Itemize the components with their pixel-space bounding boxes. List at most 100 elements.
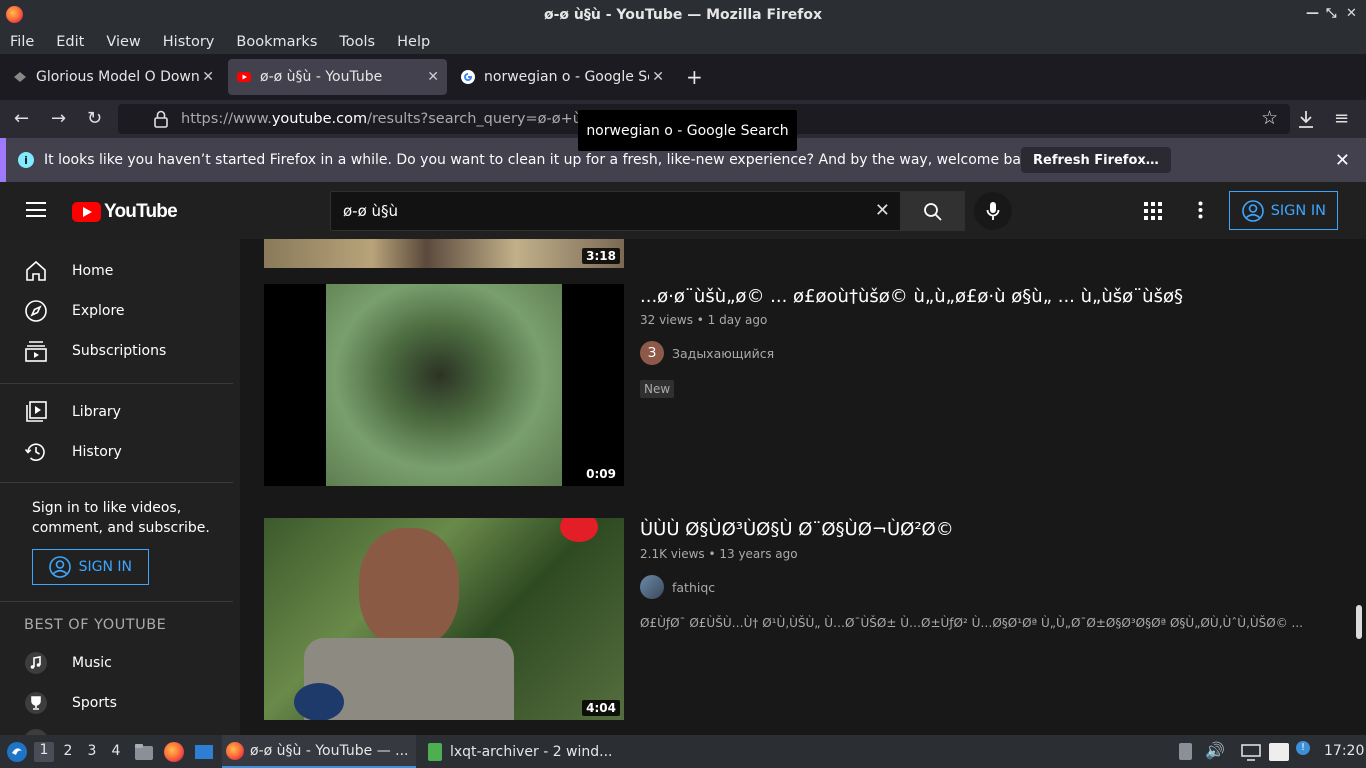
tab-glorious[interactable]: Glorious Model O Downlo ✕ <box>4 59 222 95</box>
app-menu-icon[interactable]: ≡ <box>1334 108 1349 129</box>
sidebar-item-sports[interactable]: Sports <box>0 683 233 723</box>
voice-search-button[interactable] <box>974 192 1012 230</box>
archiver-icon <box>428 742 442 761</box>
channel-link[interactable]: З Задыхающийся <box>640 341 774 365</box>
workspace-1[interactable]: 1 <box>34 742 54 762</box>
sidebar-item-library[interactable]: Library <box>0 392 233 432</box>
divider <box>0 601 233 602</box>
search-button[interactable] <box>901 191 965 231</box>
youtube-play-icon <box>72 202 101 222</box>
channel-link[interactable]: fathiqc <box>640 575 715 599</box>
tab-close-icon[interactable]: ✕ <box>427 69 439 85</box>
menu-edit[interactable]: Edit <box>56 34 84 50</box>
url-text: https://www.youtube.com/results?search_q… <box>181 111 599 127</box>
minimize-icon[interactable]: — <box>1306 6 1319 21</box>
menu-view[interactable]: View <box>106 34 140 50</box>
desktop-icon[interactable] <box>194 742 214 762</box>
search-results: 3:18 0:09 ...ø·ø¨ùšù„ø© ... ø£øoù†ùšø© ù… <box>240 239 1366 735</box>
video-thumbnail[interactable]: 4:04 <box>264 518 624 720</box>
divider <box>0 383 233 384</box>
history-icon <box>24 443 45 461</box>
workspace-2[interactable]: 2 <box>58 743 78 759</box>
youtube-favicon-icon <box>237 72 251 82</box>
sidebar-item-home[interactable]: Home <box>0 251 233 291</box>
hamburger-menu-icon[interactable] <box>26 202 46 217</box>
tab-close-icon[interactable]: ✕ <box>202 69 214 85</box>
more-options-icon[interactable] <box>1198 201 1203 219</box>
video-title[interactable]: ...ø·ø¨ùšù„ø© ... ø£øoù†ùšø© ù„ù„ø£ø·ù ø… <box>640 286 1183 307</box>
video-meta: 32 views • 1 day ago <box>640 313 768 327</box>
library-icon <box>26 401 47 422</box>
window-title: ø-ø ù§ù - YouTube — Mozilla Firefox <box>543 6 822 23</box>
notification-text: It looks like you haven’t started Firefo… <box>44 152 1043 168</box>
sidebar-item-explore[interactable]: Explore <box>0 291 233 331</box>
account-icon <box>1242 200 1264 222</box>
start-menu-icon[interactable] <box>6 741 28 763</box>
battery-icon[interactable] <box>1179 743 1192 760</box>
menu-history[interactable]: History <box>163 34 215 50</box>
video-thumbnail[interactable]: 3:18 <box>264 239 624 268</box>
compass-icon <box>25 300 47 322</box>
close-window-icon[interactable]: ✕ <box>1346 6 1357 21</box>
apps-grid-icon[interactable] <box>1144 202 1162 220</box>
close-icon[interactable]: ✕ <box>1335 150 1350 171</box>
bookmark-star-icon[interactable]: ☆ <box>1261 107 1278 129</box>
tab-tooltip: norwegian o - Google Search <box>578 110 797 151</box>
refresh-firefox-button[interactable]: Refresh Firefox… <box>1021 147 1171 173</box>
youtube-logo[interactable]: YouTube <box>72 201 178 223</box>
taskbar: 1 2 3 4 ø-ø ù§ù - YouTube — ... lxqt-arc… <box>0 735 1366 768</box>
thumbnail-image <box>326 284 562 486</box>
scrollbar[interactable] <box>1356 605 1362 639</box>
sidebar-item-history[interactable]: History <box>0 432 233 472</box>
sidebar-sign-in-button[interactable]: SIGN IN <box>32 549 149 585</box>
taskbar-window-archiver[interactable]: lxqt-archiver - 2 wind... <box>424 735 618 768</box>
best-of-youtube-heading: BEST OF YOUTUBE <box>24 617 167 633</box>
taskbar-window-firefox[interactable]: ø-ø ù§ù - YouTube — ... <box>222 735 416 768</box>
new-tab-icon[interactable]: + <box>686 65 703 89</box>
back-icon[interactable]: ← <box>14 108 29 129</box>
video-description: Ø£ÙƒØ¯ Ø£ÙŠÙ…Ù† Ø¹Ù‚ÙŠÙ„ Ù…Ø¯ÙŠØ± Ù…Ø±Ùƒ… <box>640 616 1303 630</box>
menu-bar: File Edit View History Bookmarks Tools H… <box>0 29 1366 54</box>
menu-file[interactable]: File <box>10 34 34 50</box>
info-icon: i <box>18 152 34 168</box>
clipboard-icon[interactable] <box>1269 743 1289 761</box>
duration-badge: 0:09 <box>582 466 620 482</box>
microphone-icon <box>986 202 1000 220</box>
sidebar-item-music[interactable]: Music <box>0 643 233 683</box>
reload-icon[interactable]: ↻ <box>87 108 102 129</box>
menu-bookmarks[interactable]: Bookmarks <box>236 34 317 50</box>
menu-help[interactable]: Help <box>397 34 430 50</box>
avatar: З <box>640 341 664 365</box>
tab-youtube[interactable]: ø-ø ù§ù - YouTube ✕ <box>228 59 447 95</box>
network-icon[interactable] <box>1240 743 1262 761</box>
generic-favicon-icon <box>14 72 26 82</box>
clear-search-icon[interactable]: ✕ <box>875 200 890 221</box>
maximize-icon[interactable]: ⤡ <box>1326 6 1336 21</box>
video-title[interactable]: ÙÙÙ Ø§ÙØ³ÙØ§Ù Ø¨Ø§ÙØ¬ÙØ²Ø© <box>640 519 954 540</box>
volume-icon[interactable]: 🔊 <box>1205 741 1225 760</box>
workspace-3[interactable]: 3 <box>82 743 102 759</box>
firefox-icon <box>6 6 23 23</box>
tab-close-icon[interactable]: ✕ <box>652 69 664 85</box>
download-icon[interactable] <box>1297 109 1315 129</box>
channel-logo-icon <box>560 518 598 542</box>
tab-google[interactable]: norwegian o - Google Se ✕ <box>452 59 672 95</box>
file-manager-icon[interactable] <box>134 742 154 762</box>
divider <box>0 482 233 483</box>
forward-icon[interactable]: → <box>51 108 66 129</box>
notification-icon[interactable]: ! <box>1296 741 1310 755</box>
clock[interactable]: 17:20 <box>1324 743 1364 759</box>
sidebar-item-subscriptions[interactable]: Subscriptions <box>0 331 233 371</box>
sign-in-button[interactable]: SIGN IN <box>1229 191 1338 230</box>
workspace-4[interactable]: 4 <box>106 743 126 759</box>
home-icon <box>26 260 46 281</box>
firefox-launcher-icon[interactable] <box>164 742 184 762</box>
broadcast-logo-icon <box>294 683 344 720</box>
search-input[interactable]: ø-ø ù§ù ✕ <box>330 191 901 231</box>
sign-in-prompt: Sign in to like videos, comment, and sub… <box>32 500 210 536</box>
lock-icon <box>154 110 168 128</box>
thumbnail-face <box>359 528 459 648</box>
video-meta: 2.1K views • 13 years ago <box>640 547 798 561</box>
video-thumbnail[interactable]: 0:09 <box>264 284 624 486</box>
menu-tools[interactable]: Tools <box>339 34 375 50</box>
